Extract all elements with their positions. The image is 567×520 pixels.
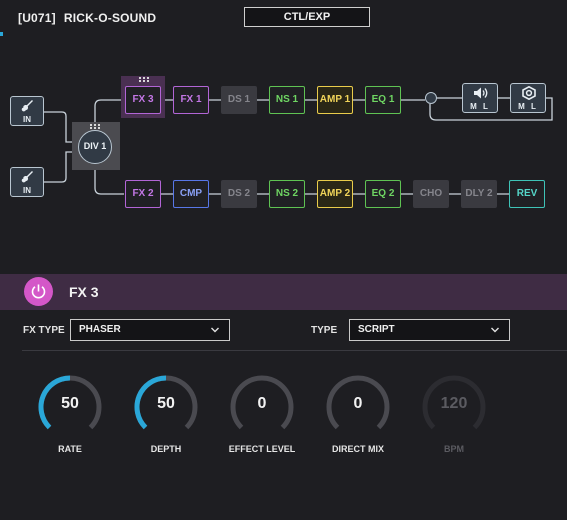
input-2-label: IN [23, 186, 31, 195]
depth-value: 50 [157, 395, 175, 412]
input-1-button[interactable]: IN [10, 96, 44, 126]
mixer-node[interactable] [425, 92, 437, 104]
block-dly2[interactable]: DLY 2 [461, 180, 497, 208]
bpm-value: 120 [440, 395, 468, 412]
block-rev[interactable]: REV [509, 180, 545, 208]
drag-grip-icon[interactable] [139, 77, 149, 82]
section-divider [22, 350, 567, 351]
block-fx3[interactable]: FX 3 [125, 86, 161, 114]
main-output-button[interactable]: M L [462, 83, 498, 113]
direct-mix-value: 0 [353, 395, 363, 412]
input-2-button[interactable]: IN [10, 167, 44, 197]
bpm-label: BPM [444, 444, 464, 454]
power-button[interactable] [24, 277, 53, 306]
bpm-knob: 120 [420, 373, 488, 441]
fx-panel-title: FX 3 [69, 284, 99, 300]
rate-knob[interactable]: 50 [36, 373, 104, 441]
patch-name: RICK-O-SOUND [63, 11, 157, 25]
sub-output-button[interactable]: M L [510, 83, 546, 113]
type-label: TYPE [311, 325, 338, 336]
main-output-label: M L [470, 102, 490, 111]
block-cmp[interactable]: CMP [173, 180, 209, 208]
rate-value: 50 [61, 395, 79, 412]
block-amp1[interactable]: AMP 1 [317, 86, 353, 114]
block-eq2[interactable]: EQ 2 [365, 180, 401, 208]
type-value: SCRIPT [358, 324, 395, 335]
chevron-down-icon [211, 327, 219, 333]
rate-label: RATE [58, 444, 82, 454]
fx-panel-header: FX 3 [0, 274, 567, 310]
top-bar: [U071] RICK-O-SOUND CTL/EXP [0, 0, 567, 36]
power-icon [31, 284, 46, 299]
fx-type-value: PHASER [79, 324, 121, 335]
patch-number: [U071] [18, 11, 56, 25]
block-cho[interactable]: CHO [413, 180, 449, 208]
divider-block[interactable]: DIV 1 [78, 130, 112, 164]
block-ns2[interactable]: NS 2 [269, 180, 305, 208]
drag-grip-icon[interactable] [90, 124, 100, 129]
depth-label: DEPTH [150, 444, 182, 454]
effect-level-knob[interactable]: 0 [228, 373, 296, 441]
input-1-label: IN [23, 115, 31, 124]
block-fx2[interactable]: FX 2 [125, 180, 161, 208]
direct-mix-knob[interactable]: 0 [324, 373, 392, 441]
fx-type-label: FX TYPE [23, 325, 65, 336]
effect-level-value: 0 [257, 395, 267, 412]
speaker-icon [474, 87, 488, 99]
block-ns1[interactable]: NS 1 [269, 86, 305, 114]
guitar-icon [21, 171, 33, 183]
depth-knob[interactable]: 50 [132, 373, 200, 441]
block-fx1[interactable]: FX 1 [173, 86, 209, 114]
chevron-down-icon [491, 327, 499, 333]
effect-level-label: EFFECT LEVEL [228, 444, 296, 454]
ctl-exp-button[interactable]: CTL/EXP [244, 7, 370, 27]
signal-chain: IN IN DIV 1 FX 3 FX 1 DS 1 NS 1 AMP 1 EQ… [0, 36, 567, 274]
block-eq1[interactable]: EQ 1 [365, 86, 401, 114]
fx-type-select[interactable]: PHASER [70, 319, 230, 341]
block-ds1[interactable]: DS 1 [221, 86, 257, 114]
sub-output-label: M L [518, 102, 538, 111]
patch-title: [U071] RICK-O-SOUND [18, 11, 156, 25]
block-amp2[interactable]: AMP 2 [317, 180, 353, 208]
guitar-icon [21, 100, 33, 112]
type-select[interactable]: SCRIPT [349, 319, 510, 341]
block-ds2[interactable]: DS 2 [221, 180, 257, 208]
direct-mix-label: DIRECT MIX [331, 444, 384, 454]
hex-nut-icon [522, 86, 536, 100]
